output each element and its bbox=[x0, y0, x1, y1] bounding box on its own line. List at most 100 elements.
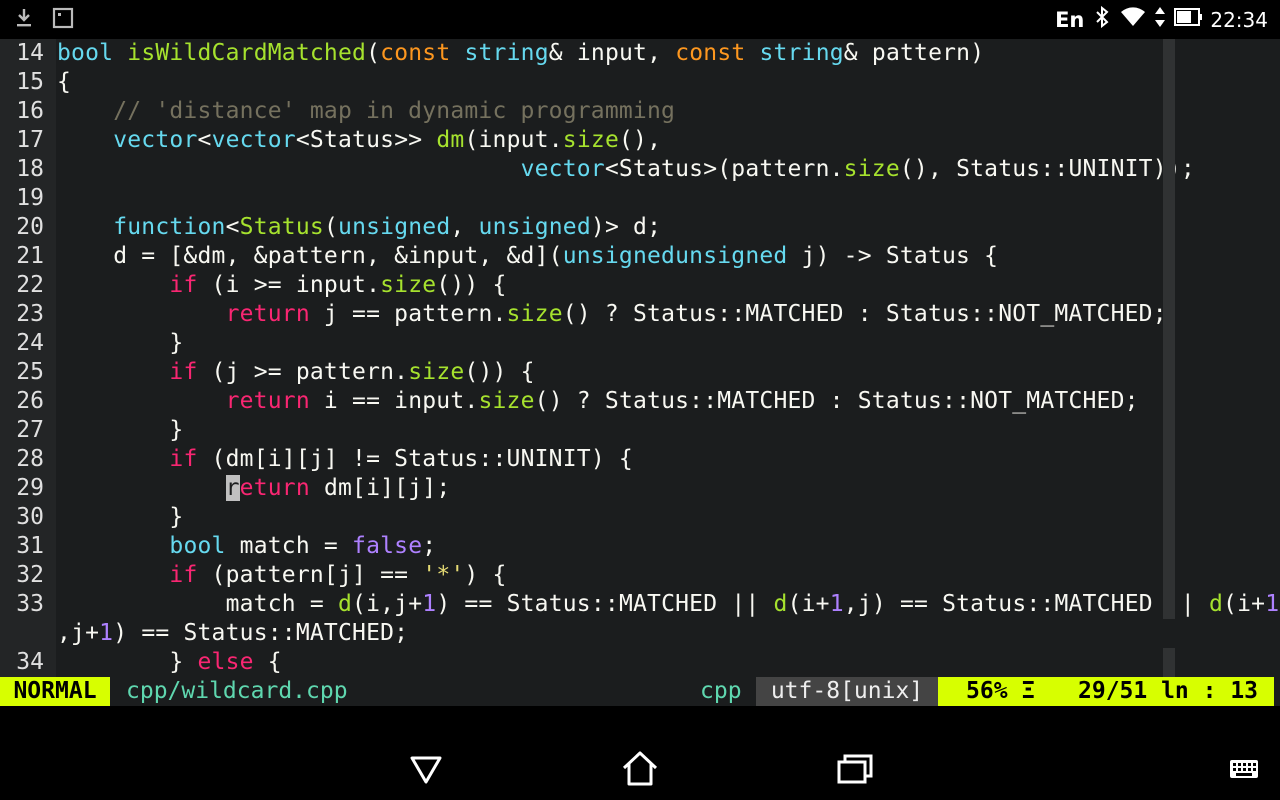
token: if bbox=[169, 446, 198, 472]
line-number: 26 bbox=[16, 388, 44, 414]
vertical-scrollbar[interactable] bbox=[1163, 39, 1175, 619]
code-text: } bbox=[57, 329, 183, 358]
bluetooth-icon bbox=[1092, 5, 1112, 34]
token: const bbox=[380, 40, 451, 66]
token: bool bbox=[169, 533, 226, 559]
code-text: bool isWildCardMatched(const string& inp… bbox=[57, 39, 984, 68]
token: (i+ bbox=[787, 591, 830, 617]
token: size bbox=[380, 272, 437, 298]
token: <Status>(pattern. bbox=[604, 156, 844, 182]
recents-icon[interactable] bbox=[834, 748, 878, 788]
token: } bbox=[57, 649, 198, 675]
token: if bbox=[169, 272, 198, 298]
token: unsigned bbox=[338, 214, 451, 240]
line-number: 15 bbox=[16, 69, 44, 95]
input-language: En bbox=[1055, 7, 1085, 32]
line-number: 34 bbox=[16, 649, 44, 675]
back-icon[interactable] bbox=[404, 748, 448, 788]
token: match = bbox=[57, 591, 338, 617]
home-icon[interactable] bbox=[618, 748, 662, 788]
token: ) { bbox=[464, 562, 507, 588]
token: bool bbox=[57, 40, 114, 66]
token: size bbox=[843, 156, 900, 182]
token: dm bbox=[436, 127, 465, 153]
file-type: cpp bbox=[700, 678, 742, 704]
token: ,j+ bbox=[57, 620, 100, 646]
token: match = bbox=[225, 533, 353, 559]
token: ()) { bbox=[464, 359, 535, 385]
token: { bbox=[57, 69, 72, 95]
token: d bbox=[773, 591, 788, 617]
code-text: // 'distance' map in dynamic programming bbox=[57, 97, 675, 126]
line-column: 29/51 ln : 13 bbox=[1078, 678, 1259, 704]
data-arrows-icon bbox=[1154, 6, 1166, 33]
token: unsigned bbox=[562, 243, 676, 269]
mode-indicator: NORMAL bbox=[0, 677, 110, 706]
cursor-position: 56% Ξ 29/51 ln : 13 bbox=[938, 677, 1274, 706]
line-number: 16 bbox=[16, 98, 44, 124]
token: 1 bbox=[829, 591, 844, 617]
token: (pattern[j] == bbox=[197, 562, 423, 588]
token: i == input. bbox=[309, 388, 479, 414]
token: & input, bbox=[548, 40, 676, 66]
token: 1 bbox=[1265, 591, 1280, 617]
token: vector bbox=[113, 127, 198, 153]
token: ; bbox=[422, 533, 437, 559]
token: unsigned bbox=[675, 243, 788, 269]
code-text: match = d(i,j+1) == Status::MATCHED || d… bbox=[57, 590, 1280, 619]
token: if bbox=[169, 562, 198, 588]
token: ( bbox=[366, 40, 381, 66]
line-number: 24 bbox=[16, 330, 44, 356]
token: return bbox=[225, 301, 310, 327]
line-number: 22 bbox=[16, 272, 44, 298]
line-number: 21 bbox=[16, 243, 44, 269]
token: } bbox=[57, 417, 184, 443]
download-icon bbox=[14, 6, 34, 34]
keyboard-icon[interactable] bbox=[1226, 748, 1266, 788]
line-number: 32 bbox=[16, 562, 44, 588]
line-number: 18 bbox=[16, 156, 44, 182]
line-number: 28 bbox=[16, 446, 44, 472]
token: false bbox=[352, 533, 423, 559]
line-number: 29 bbox=[16, 475, 44, 501]
token: (i+ bbox=[1223, 591, 1266, 617]
token: (), Status::UNINIT)); bbox=[899, 156, 1195, 182]
token: d bbox=[337, 591, 353, 617]
token: function bbox=[113, 214, 226, 240]
code-text: if (pattern[j] == '*') { bbox=[57, 561, 507, 590]
token: } bbox=[57, 330, 184, 356]
code-text: { bbox=[57, 68, 71, 97]
token: const bbox=[675, 40, 746, 66]
token: (i,j+ bbox=[352, 591, 423, 617]
token: d = [&dm, &pattern, &input, &d]( bbox=[57, 243, 563, 269]
token: , bbox=[450, 214, 479, 240]
line-number: 23 bbox=[16, 301, 44, 327]
token: j) -> Status { bbox=[787, 243, 999, 269]
token: () ? Status::MATCHED : Status::NOT_MATCH… bbox=[534, 388, 1139, 414]
token: () ? Status::MATCHED : Status::NOT_MATCH… bbox=[562, 301, 1167, 327]
code-text: ,j+1) == Status::MATCHED; bbox=[57, 619, 408, 648]
code-text: if (i >= input.size()) { bbox=[57, 271, 507, 300]
line-number: 31 bbox=[16, 533, 44, 559]
line-number bbox=[0, 619, 44, 648]
scrollbar-segment[interactable] bbox=[1163, 648, 1175, 677]
token: if bbox=[169, 359, 198, 385]
token: (i >= input. bbox=[197, 272, 381, 298]
code-editor[interactable]: 14 bool isWildCardMatched(const string& i… bbox=[0, 39, 1280, 677]
token: 1 bbox=[422, 591, 437, 617]
clock: 22:34 bbox=[1210, 7, 1268, 32]
token: size bbox=[562, 127, 619, 153]
token: j == pattern. bbox=[309, 301, 507, 327]
code-text: vector<Status>(pattern.size(), Status::U… bbox=[57, 155, 1195, 184]
token: < bbox=[225, 214, 240, 240]
token: } bbox=[57, 504, 184, 530]
token: (input. bbox=[464, 127, 563, 153]
